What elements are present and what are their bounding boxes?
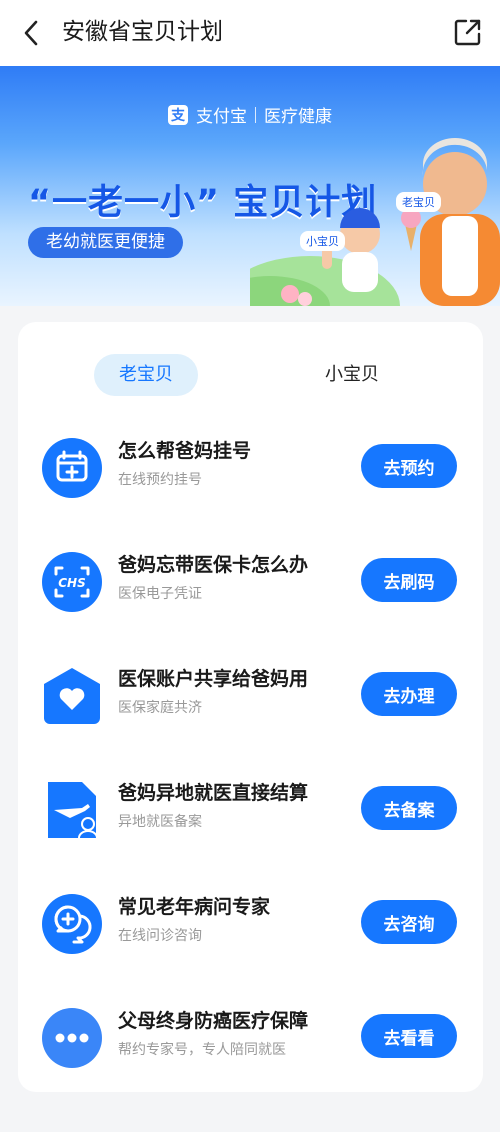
share-icon bbox=[454, 19, 481, 46]
item-subtitle: 医保家庭共济 bbox=[118, 700, 202, 716]
heart-house-icon bbox=[42, 666, 102, 726]
consult-button[interactable]: 去咨询 bbox=[361, 900, 457, 944]
list-item: 医保账户共享给爸妈用 医保家庭共济 去办理 bbox=[18, 660, 483, 740]
book-appointment-button[interactable]: 去预约 bbox=[361, 444, 457, 488]
list-item: 爸妈异地就医直接结算 异地就医备案 去备案 bbox=[18, 774, 483, 854]
list-item: 父母终身防癌医疗保障 帮约专家号，专人陪同就医 去看看 bbox=[18, 1002, 483, 1082]
file-record-button[interactable]: 去备案 bbox=[361, 786, 457, 830]
calendar-plus-icon bbox=[42, 438, 102, 498]
item-title: 常见老年病问专家 bbox=[118, 896, 271, 918]
item-title: 医保账户共享给爸妈用 bbox=[118, 668, 309, 690]
family-illustration bbox=[250, 138, 500, 306]
item-subtitle: 帮约专家号，专人陪同就医 bbox=[118, 1042, 286, 1058]
list-item: 怎么帮爸妈挂号 在线预约挂号 去预约 bbox=[18, 432, 483, 512]
tab-old-baby[interactable]: 老宝贝 bbox=[94, 354, 198, 396]
top-bar: 安徽省宝贝计划 bbox=[0, 0, 500, 66]
item-title: 怎么帮爸妈挂号 bbox=[118, 440, 252, 462]
plane-document-icon bbox=[42, 780, 102, 840]
chs-card-icon: CHS bbox=[42, 552, 102, 612]
more-dots-icon bbox=[42, 1008, 102, 1068]
banner-pill: 老幼就医更便捷 bbox=[28, 227, 183, 258]
service-card: 老宝贝 小宝贝 怎么帮爸妈挂号 在线预约挂号 去预约 CHS 爸妈忘带医保卡怎么… bbox=[18, 322, 483, 1092]
tab-young-baby[interactable]: 小宝贝 bbox=[304, 354, 400, 396]
alipay-logo-icon: 支 bbox=[168, 104, 188, 125]
item-subtitle: 在线预约挂号 bbox=[118, 472, 202, 488]
page-title: 安徽省宝贝计划 bbox=[62, 19, 223, 45]
view-more-button[interactable]: 去看看 bbox=[361, 1014, 457, 1058]
item-title: 爸妈异地就医直接结算 bbox=[118, 782, 309, 804]
tag-old: 老宝贝 bbox=[396, 192, 441, 212]
scan-code-button[interactable]: 去刷码 bbox=[361, 558, 457, 602]
item-subtitle: 医保电子凭证 bbox=[118, 586, 202, 602]
item-title: 父母终身防癌医疗保障 bbox=[118, 1010, 309, 1032]
promo-banner: 支 支付宝 医疗健康 “一老一小” 宝贝计划 老幼就医更便捷 老宝贝 小宝贝 bbox=[0, 66, 500, 306]
list-item: 常见老年病问专家 在线问诊咨询 去咨询 bbox=[18, 888, 483, 968]
list-item: CHS 爸妈忘带医保卡怎么办 医保电子凭证 去刷码 bbox=[18, 546, 483, 626]
brand-name: 支付宝 bbox=[196, 107, 247, 127]
share-button[interactable] bbox=[452, 16, 484, 48]
chevron-left-icon bbox=[24, 20, 38, 46]
item-title: 爸妈忘带医保卡怎么办 bbox=[118, 554, 309, 576]
item-subtitle: 异地就医备案 bbox=[118, 814, 202, 830]
item-subtitle: 在线问诊咨询 bbox=[118, 928, 202, 944]
handle-button[interactable]: 去办理 bbox=[361, 672, 457, 716]
back-button[interactable] bbox=[16, 18, 46, 48]
tag-young: 小宝贝 bbox=[300, 231, 345, 251]
consult-chat-icon bbox=[42, 894, 102, 954]
svg-text:CHS: CHS bbox=[58, 576, 86, 590]
